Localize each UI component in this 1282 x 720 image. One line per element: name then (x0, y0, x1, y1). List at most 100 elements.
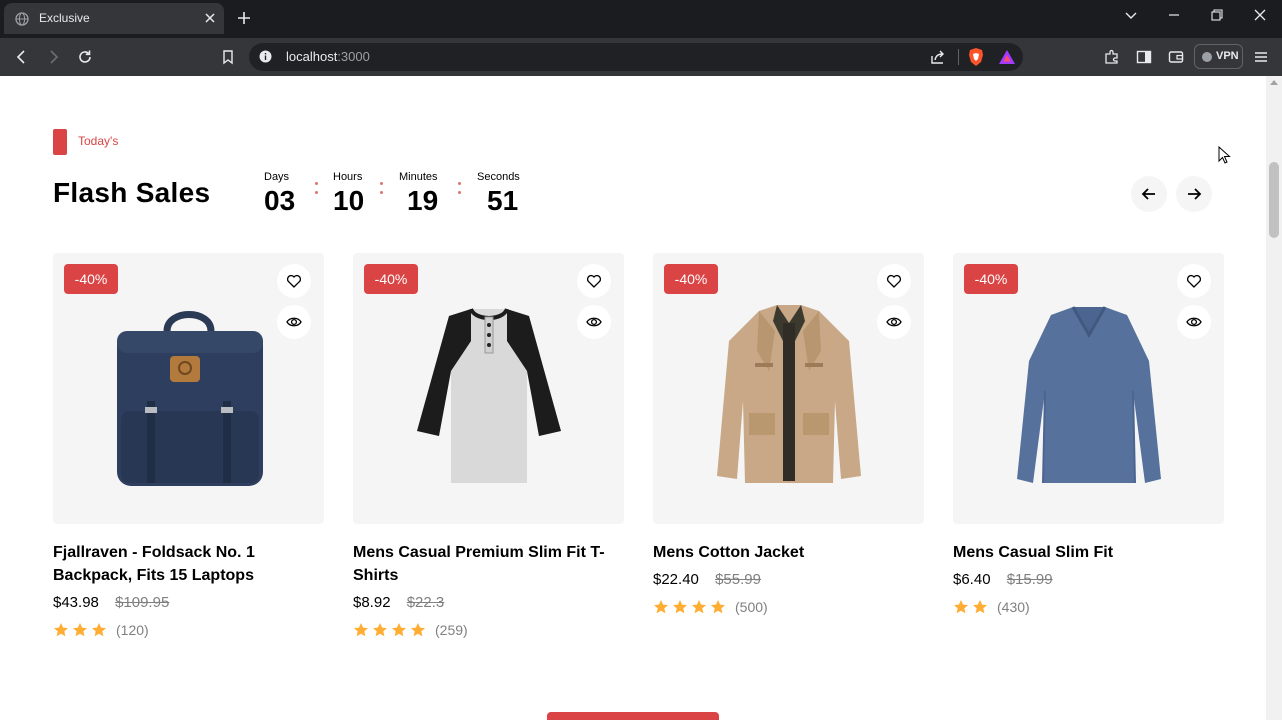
site-info-icon[interactable] (259, 50, 272, 63)
discount-badge: -40% (964, 264, 1018, 294)
wishlist-button[interactable] (877, 264, 911, 298)
reload-icon[interactable] (76, 48, 94, 66)
url-text: localhost:3000 (286, 49, 370, 64)
product-card[interactable]: -40% Mens Casual Premium Slim Fit T-Shir… (353, 253, 624, 639)
product-image-area[interactable]: -40% (353, 253, 624, 524)
page-scrollbar[interactable] (1266, 76, 1282, 720)
original-price: $22.3 (406, 594, 445, 611)
countdown-value: 03 (264, 185, 296, 216)
brave-shields-icon[interactable] (967, 47, 985, 67)
product-name[interactable]: Mens Cotton Jacket (653, 541, 924, 564)
eye-icon (286, 317, 302, 327)
product-name[interactable]: Mens Casual Slim Fit (953, 541, 1224, 564)
wishlist-button[interactable] (277, 264, 311, 298)
star-icon (92, 623, 106, 637)
product-price: $8.92 $22.3 (353, 593, 624, 613)
product-card[interactable]: -40% (53, 253, 324, 639)
product-rating: (430) (953, 598, 1224, 616)
review-count: (120) (116, 622, 149, 638)
close-tab-icon[interactable] (204, 12, 216, 24)
original-price: $109.95 (115, 594, 170, 611)
wallet-icon[interactable] (1167, 48, 1185, 66)
countdown-days: Days 03 (264, 171, 295, 217)
scroll-up-icon[interactable] (1270, 80, 1278, 85)
next-button[interactable] (1176, 176, 1212, 212)
star-icon (411, 623, 425, 637)
sidebar-icon[interactable] (1135, 48, 1153, 66)
eye-icon (1186, 317, 1202, 327)
countdown-separator (458, 182, 462, 200)
eye-icon (586, 317, 602, 327)
countdown-label: Hours (333, 171, 363, 183)
product-card[interactable]: -40% (653, 253, 924, 616)
star-icon (973, 600, 987, 614)
original-price: $55.99 (715, 571, 761, 588)
original-price: $15.99 (1006, 571, 1053, 588)
discount-badge: -40% (664, 264, 718, 294)
countdown-value: 19 (407, 185, 439, 216)
product-name[interactable]: Fjallraven - Foldsack No. 1 Backpack, Fi… (53, 541, 324, 587)
previous-button[interactable] (1131, 176, 1167, 212)
arrow-right-icon (1188, 188, 1202, 200)
countdown-separator (315, 182, 319, 200)
product-image-area[interactable]: -40% (653, 253, 924, 524)
backpack-icon (117, 311, 263, 486)
scrollbar-thumb[interactable] (1269, 162, 1279, 238)
current-price: $22.40 (653, 571, 699, 588)
product-rating: (259) (353, 621, 624, 639)
countdown-label: Minutes (399, 171, 438, 183)
countdown-hours: Hours 10 (333, 171, 364, 217)
quick-view-button[interactable] (577, 305, 611, 339)
bookmark-icon[interactable] (219, 48, 237, 66)
quick-view-button[interactable] (277, 305, 311, 339)
product-image-area[interactable]: -40% (953, 253, 1224, 524)
countdown-separator (380, 182, 384, 200)
jacket-icon (717, 305, 861, 483)
close-window-icon[interactable] (1252, 7, 1268, 23)
product-image-area[interactable]: -40% (53, 253, 324, 524)
star-icon (954, 600, 968, 614)
discount-badge: -40% (64, 264, 118, 294)
product-price: $43.98 $109.95 (53, 593, 324, 613)
wishlist-button[interactable] (1177, 264, 1211, 298)
arrow-left-icon (1141, 188, 1155, 200)
new-tab-icon[interactable] (236, 10, 252, 26)
vpn-button[interactable]: VPN (1194, 44, 1243, 69)
brave-rewards-icon[interactable] (998, 48, 1016, 66)
minimize-icon[interactable] (1166, 7, 1182, 23)
star-icon (54, 623, 68, 637)
star-icon (73, 623, 87, 637)
product-name[interactable]: Mens Casual Premium Slim Fit T-Shirts (353, 541, 624, 587)
quick-view-button[interactable] (1177, 305, 1211, 339)
current-price: $8.92 (353, 594, 391, 611)
address-bar[interactable]: localhost:3000 (249, 43, 1023, 71)
review-count: (259) (435, 622, 468, 638)
tab-search-chevron-icon[interactable] (1123, 7, 1139, 23)
view-all-products-button[interactable] (547, 712, 719, 720)
review-count: (430) (997, 599, 1030, 615)
star-icon (354, 623, 368, 637)
star-icon (392, 623, 406, 637)
restore-icon[interactable] (1209, 7, 1225, 23)
vpn-label: VPN (1216, 50, 1239, 62)
section-tag-bar (53, 129, 67, 155)
wishlist-button[interactable] (577, 264, 611, 298)
countdown-label: Seconds (477, 171, 520, 183)
product-card[interactable]: -40% Mens Casual Slim Fit $6.40 $15.99 (… (953, 253, 1224, 616)
current-price: $43.98 (53, 594, 99, 611)
quick-view-button[interactable] (877, 305, 911, 339)
countdown-seconds: Seconds 51 (477, 171, 520, 217)
long-sleeve-shirt-icon (1017, 306, 1161, 484)
extensions-icon[interactable] (1103, 48, 1121, 66)
menu-icon[interactable] (1252, 48, 1270, 66)
back-icon[interactable] (13, 48, 31, 66)
tab-title: Exclusive (39, 11, 90, 25)
eye-icon (886, 317, 902, 327)
browser-tab[interactable]: Exclusive (4, 3, 224, 34)
share-icon[interactable] (929, 48, 947, 66)
countdown-minutes: Minutes 19 (399, 171, 438, 217)
vpn-status-icon (1202, 52, 1212, 62)
star-icon (673, 600, 687, 614)
countdown-value: 10 (333, 185, 365, 216)
forward-icon[interactable] (44, 48, 62, 66)
